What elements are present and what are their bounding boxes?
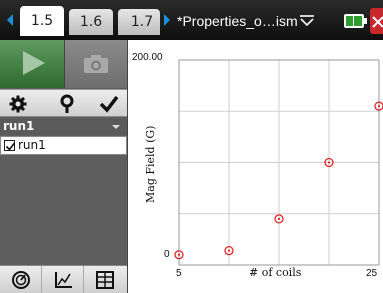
pin-icon[interactable] bbox=[57, 94, 77, 114]
tab-1-5[interactable]: 1.5 bbox=[20, 6, 64, 36]
gear-icon[interactable] bbox=[8, 94, 28, 114]
scatter-chart[interactable]: 200.00 0 5 25 # of coils Mag Field (G) bbox=[128, 40, 383, 293]
caret-down-icon[interactable] bbox=[112, 125, 120, 129]
camera-icon bbox=[84, 55, 108, 73]
arrow-left-icon[interactable] bbox=[7, 14, 13, 26]
play-button[interactable] bbox=[0, 40, 65, 88]
left-panel: run1 run1 bbox=[0, 40, 127, 293]
x-tick-max: 25 bbox=[366, 268, 378, 279]
table-view-button[interactable] bbox=[84, 266, 126, 293]
run-item-label: run1 bbox=[18, 138, 46, 152]
run-toolbar bbox=[0, 40, 127, 88]
top-bar: 1.5 1.6 1.7 *Properties_o…ism bbox=[0, 0, 383, 40]
y-tick-max: 200.00 bbox=[132, 52, 163, 63]
tab-1-7[interactable]: 1.7 bbox=[118, 9, 160, 35]
document-title[interactable]: *Properties_o…ism bbox=[177, 10, 298, 32]
x-tick-min: 5 bbox=[176, 268, 182, 279]
run-header[interactable]: run1 bbox=[0, 118, 127, 135]
run-checkbox[interactable] bbox=[4, 140, 16, 151]
chevron-down-icon[interactable] bbox=[298, 12, 316, 27]
tab-1-6[interactable]: 1.6 bbox=[69, 9, 113, 35]
graph-view-button[interactable] bbox=[42, 266, 84, 293]
arrow-right-icon[interactable] bbox=[164, 14, 170, 26]
close-icon[interactable] bbox=[370, 8, 383, 34]
meter-icon bbox=[12, 271, 30, 289]
table-icon bbox=[96, 271, 114, 289]
camera-button[interactable] bbox=[65, 40, 127, 88]
tool-row bbox=[0, 89, 127, 117]
bottom-toolbar bbox=[0, 265, 127, 293]
play-icon bbox=[23, 51, 45, 75]
grid bbox=[179, 60, 379, 265]
run-list-item[interactable]: run1 bbox=[0, 136, 127, 155]
y-tick-min: 0 bbox=[164, 249, 170, 260]
run-header-label: run1 bbox=[3, 119, 35, 133]
battery-icon bbox=[343, 10, 369, 32]
meter-view-button[interactable] bbox=[0, 266, 42, 293]
x-axis-label: # of coils bbox=[249, 266, 302, 279]
graph-icon bbox=[55, 272, 72, 288]
check-icon[interactable] bbox=[99, 94, 119, 114]
graph-panel[interactable]: 200.00 0 5 25 # of coils Mag Field (G) bbox=[127, 40, 383, 293]
y-axis-label: Mag Field (G) bbox=[144, 126, 157, 203]
